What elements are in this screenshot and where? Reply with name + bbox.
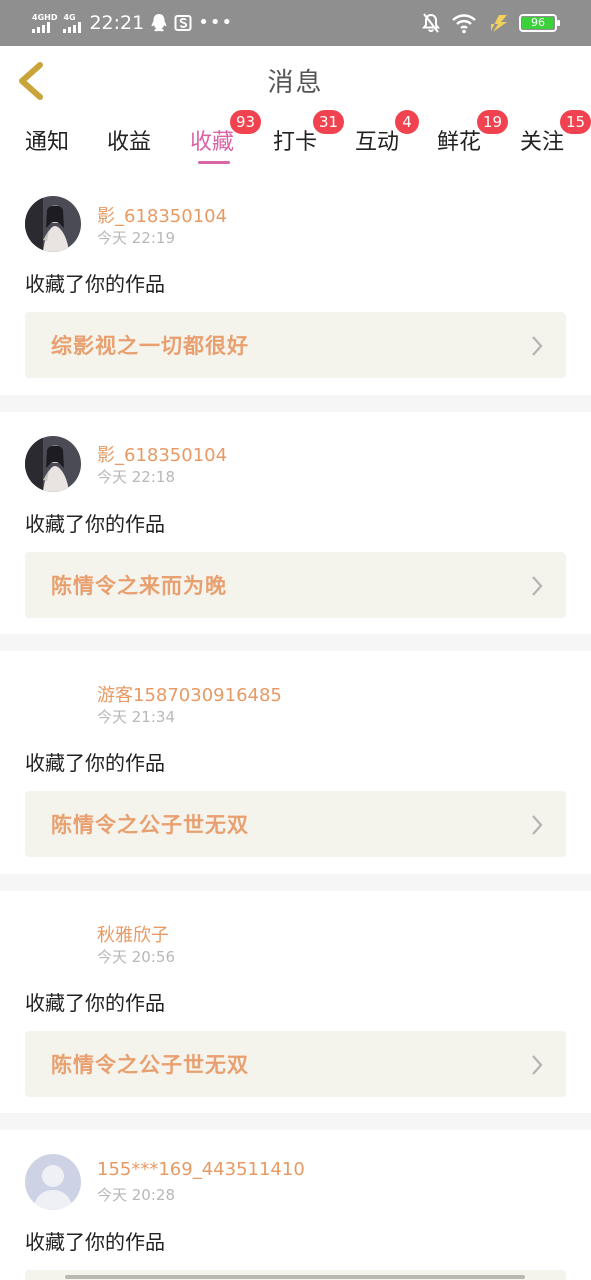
- tab-label: 通知: [25, 130, 70, 155]
- username[interactable]: 游客1587030916485: [97, 681, 282, 707]
- bell-off-icon: [422, 13, 440, 33]
- tab-badge: 31: [313, 110, 345, 134]
- tab-badge: 19: [477, 110, 509, 134]
- page-title: 消息: [267, 68, 324, 98]
- tab-bar: 通知 收益 收藏 93 打卡 31 互动 4 鲜花 19 关注 15: [0, 110, 591, 168]
- message-item: 155***169_443511410 今天 20:28 收藏了你的作品: [0, 1130, 591, 1280]
- tab-interaction[interactable]: 互动 4: [355, 110, 419, 156]
- work-card[interactable]: 陈情令之公子世无双: [25, 1031, 566, 1097]
- message-time: 今天 22:19: [97, 229, 175, 247]
- action-text: 收藏了你的作品: [25, 751, 165, 775]
- separator: [0, 634, 591, 651]
- avatar[interactable]: [25, 196, 81, 252]
- wifi-icon: [452, 14, 476, 34]
- separator: [0, 395, 591, 412]
- lightning-icon: [491, 15, 507, 32]
- app-s-icon: [174, 15, 192, 31]
- tab-label: 鲜花: [437, 130, 482, 155]
- message-item: 影_618350104 今天 22:18 收藏了你的作品 陈情令之来而为晚: [0, 412, 591, 632]
- active-tab-indicator: [198, 161, 230, 164]
- tab-label: 关注: [520, 130, 565, 155]
- message-item: 影_618350104 今天 22:19 收藏了你的作品 综影视之一切都很好: [0, 178, 591, 398]
- chevron-right-icon: [532, 336, 543, 356]
- battery-percent: 96: [531, 16, 545, 29]
- title-bar: 消息: [0, 46, 591, 116]
- tab-label: 收益: [107, 130, 152, 155]
- work-title: 综影视之一切都很好: [51, 334, 249, 358]
- username[interactable]: 155***169_443511410: [97, 1159, 305, 1180]
- action-text: 收藏了你的作品: [25, 1230, 165, 1254]
- more-dots: •••: [198, 12, 234, 33]
- signal-2-label: 4G: [63, 13, 76, 22]
- message-time: 今天 20:28: [97, 1186, 175, 1204]
- tab-label: 互动: [355, 130, 400, 155]
- default-avatar-icon: [25, 1154, 81, 1210]
- tab-label: 打卡: [273, 130, 318, 155]
- action-text: 收藏了你的作品: [25, 991, 165, 1015]
- battery-indicator: 96: [519, 14, 560, 32]
- tab-badge: 93: [230, 110, 262, 134]
- status-time: 22:21: [89, 12, 145, 34]
- chevron-right-icon: [532, 576, 543, 596]
- tab-badge: 15: [560, 110, 591, 134]
- message-item: 游客1587030916485 今天 21:34 收藏了你的作品 陈情令之公子世…: [0, 651, 591, 871]
- username[interactable]: 影_618350104: [97, 441, 227, 467]
- work-title: 陈情令之公子世无双: [51, 813, 249, 837]
- action-text: 收藏了你的作品: [25, 272, 165, 296]
- cutoff-text-hint: [65, 1275, 525, 1279]
- chevron-right-icon: [532, 815, 543, 835]
- qq-penguin-icon: [151, 14, 167, 32]
- chevron-right-icon: [532, 1055, 543, 1075]
- tab-follows[interactable]: 关注 15: [520, 110, 591, 156]
- separator: [0, 874, 591, 891]
- avatar[interactable]: [25, 436, 81, 492]
- tab-label: 收藏: [190, 130, 235, 155]
- tab-favorites[interactable]: 收藏 93: [190, 110, 262, 156]
- message-time: 今天 20:56: [97, 948, 175, 966]
- action-text: 收藏了你的作品: [25, 512, 165, 536]
- avatar[interactable]: [25, 1154, 81, 1210]
- work-card[interactable]: 陈情令之公子世无双: [25, 791, 566, 857]
- tab-earnings[interactable]: 收益: [107, 124, 151, 156]
- work-title: 陈情令之公子世无双: [51, 1053, 249, 1077]
- work-card[interactable]: 综影视之一切都很好: [25, 312, 566, 378]
- message-time: 今天 22:18: [97, 468, 175, 486]
- work-card[interactable]: [25, 1270, 566, 1280]
- message-item: 秋雅欣子 今天 20:56 收藏了你的作品 陈情令之公子世无双: [0, 891, 591, 1111]
- work-title: 陈情令之来而为晚: [51, 574, 227, 598]
- tab-flowers[interactable]: 鲜花 19: [437, 110, 509, 156]
- tab-badge: 4: [395, 110, 419, 134]
- signal-1-label: 4GHD: [32, 13, 58, 22]
- tab-checkin[interactable]: 打卡 31: [273, 110, 345, 156]
- message-time: 今天 21:34: [97, 708, 175, 726]
- separator: [0, 1113, 591, 1130]
- username[interactable]: 影_618350104: [97, 202, 227, 228]
- tab-notifications[interactable]: 通知: [25, 124, 69, 156]
- signal-1-icon: 4GHD: [32, 13, 57, 33]
- username[interactable]: 秋雅欣子: [97, 921, 169, 947]
- work-card[interactable]: 陈情令之来而为晚: [25, 552, 566, 618]
- status-bar: 4GHD 4G 22:21 ••• 96: [0, 0, 591, 46]
- signal-2-icon: 4G: [63, 13, 82, 33]
